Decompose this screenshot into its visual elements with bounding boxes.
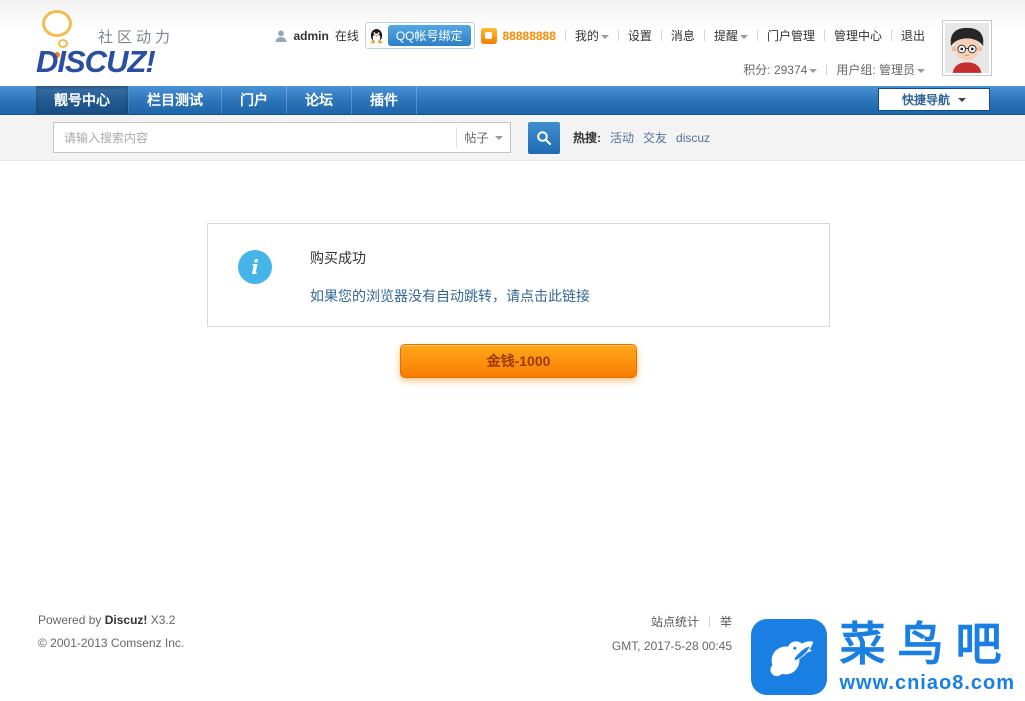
online-status: 在线 <box>334 29 359 43</box>
nav-tab-forum[interactable]: 论坛 <box>287 86 352 114</box>
chevron-down-icon <box>809 68 818 73</box>
version-text: X3.2 <box>150 613 176 627</box>
user-panel: admin 在线 QQ帐号绑定 88888888 我的 设置 消息 提醒 门户管… <box>275 0 925 78</box>
divider <box>564 30 566 41</box>
qq-bind-label: QQ帐号绑定 <box>387 25 471 46</box>
divider <box>826 64 828 75</box>
divider <box>708 616 710 627</box>
watermark-name: 菜鸟吧 <box>839 618 1014 671</box>
search-icon <box>537 130 552 145</box>
site-logo[interactable]: 社区动力 DISCUZ! <box>36 6 216 82</box>
hot-link-discuz[interactable]: discuz <box>676 131 710 145</box>
search-box: 帖子 <box>53 122 511 153</box>
discuz-brand-link[interactable]: Discuz! <box>105 613 148 627</box>
discuz-page: 社区动力 DISCUZ! admin 在线 QQ帐号绑定 88888888 我的… <box>0 0 1025 701</box>
nav-tab-plugins[interactable]: 插件 <box>352 86 417 114</box>
divider <box>660 30 662 41</box>
chevron-down-icon <box>494 135 503 140</box>
divider <box>756 30 758 41</box>
money-deduct-button[interactable]: 金钱-1000 <box>400 344 637 378</box>
qq-number: 88888888 <box>502 28 556 43</box>
gmt-timestamp: GMT, 2017-5-28 00:45 <box>611 639 732 653</box>
nav-tab-portal[interactable]: 门户 <box>222 86 287 114</box>
menu-logout[interactable]: 退出 <box>901 27 925 44</box>
search-input[interactable] <box>54 123 456 152</box>
nav-tab-liangh-center[interactable]: 靓号中心 <box>36 86 129 114</box>
footer-left: Powered by Discuz! X3.2 © 2001-2013 Coms… <box>38 613 184 650</box>
quick-nav-button[interactable]: 快捷导航 <box>878 88 990 111</box>
messenger-icon <box>480 27 497 44</box>
chevron-down-icon <box>600 34 609 39</box>
nav-tab-column-test[interactable]: 栏目测试 <box>129 86 222 114</box>
credits-dropdown[interactable]: 积分: 29374 <box>743 61 818 78</box>
hot-link-friends[interactable]: 交友 <box>643 129 667 146</box>
hot-link-activity[interactable]: 活动 <box>610 129 634 146</box>
powered-by-text: Powered by <box>38 613 102 627</box>
search-strip: 帖子 热搜: 活动 交友 discuz <box>0 115 1025 161</box>
chevron-down-icon <box>958 97 966 102</box>
hot-search-label: 热搜: <box>573 131 601 145</box>
chevron-down-icon <box>739 34 748 39</box>
menu-mine[interactable]: 我的 <box>575 27 609 44</box>
menu-reminders[interactable]: 提醒 <box>714 27 748 44</box>
site-header: 社区动力 DISCUZ! admin 在线 QQ帐号绑定 88888888 我的… <box>0 0 1025 86</box>
divider <box>617 30 619 41</box>
bird-icon <box>770 641 814 677</box>
info-icon: i <box>238 250 272 284</box>
qq-penguin-icon <box>370 28 383 43</box>
qq-bind-button[interactable]: QQ帐号绑定 <box>364 22 475 49</box>
message-title: 购买成功 <box>310 250 366 266</box>
logo-brand: DISCUZ! <box>36 44 156 79</box>
menu-messages[interactable]: 消息 <box>671 27 695 44</box>
menu-portal-admin[interactable]: 门户管理 <box>767 27 815 44</box>
bird-logo-icon <box>751 619 828 695</box>
search-button[interactable] <box>528 121 560 154</box>
user-stats-row: 积分: 29374 用户组: 管理员 <box>275 61 925 78</box>
menu-settings[interactable]: 设置 <box>628 27 652 44</box>
search-scope-dropdown[interactable]: 帖子 <box>456 127 510 148</box>
menu-admin-center[interactable]: 管理中心 <box>834 27 882 44</box>
redirect-link[interactable]: 如果您的浏览器没有自动跳转，请点击此链接 <box>310 286 590 306</box>
user-icon <box>275 30 288 42</box>
hot-search-area: 热搜: 活动 交友 discuz <box>573 129 710 146</box>
message-box: i 购买成功 如果您的浏览器没有自动跳转，请点击此链接 <box>207 223 830 327</box>
logo-bubble-icon <box>42 10 72 37</box>
copyright-text: © 2001-2013 Comsenz Inc. <box>38 636 185 650</box>
nav-tabs: 靓号中心 栏目测试 门户 论坛 插件 <box>0 86 1025 114</box>
user-toolbar: admin 在线 QQ帐号绑定 88888888 我的 设置 消息 提醒 门户管… <box>275 22 925 49</box>
chevron-down-icon <box>917 68 925 73</box>
divider <box>823 30 825 41</box>
avatar-image <box>945 23 989 73</box>
avatar[interactable] <box>942 20 992 76</box>
report-link[interactable]: 举 <box>720 613 732 630</box>
main-nav: 靓号中心 栏目测试 门户 论坛 插件 快捷导航 <box>0 86 1025 115</box>
divider <box>890 30 892 41</box>
watermark: 菜鸟吧 www.cniao8.com <box>751 619 1015 695</box>
site-stats-link[interactable]: 站点统计 <box>651 613 699 630</box>
username-link[interactable]: admin <box>293 29 328 43</box>
divider <box>703 30 705 41</box>
footer-right: 站点统计 举 GMT, 2017-5-28 00:45 <box>612 613 732 653</box>
usergroup-dropdown[interactable]: 用户组: 管理员 <box>836 61 925 78</box>
watermark-url: www.cniao8.com <box>839 671 1015 694</box>
